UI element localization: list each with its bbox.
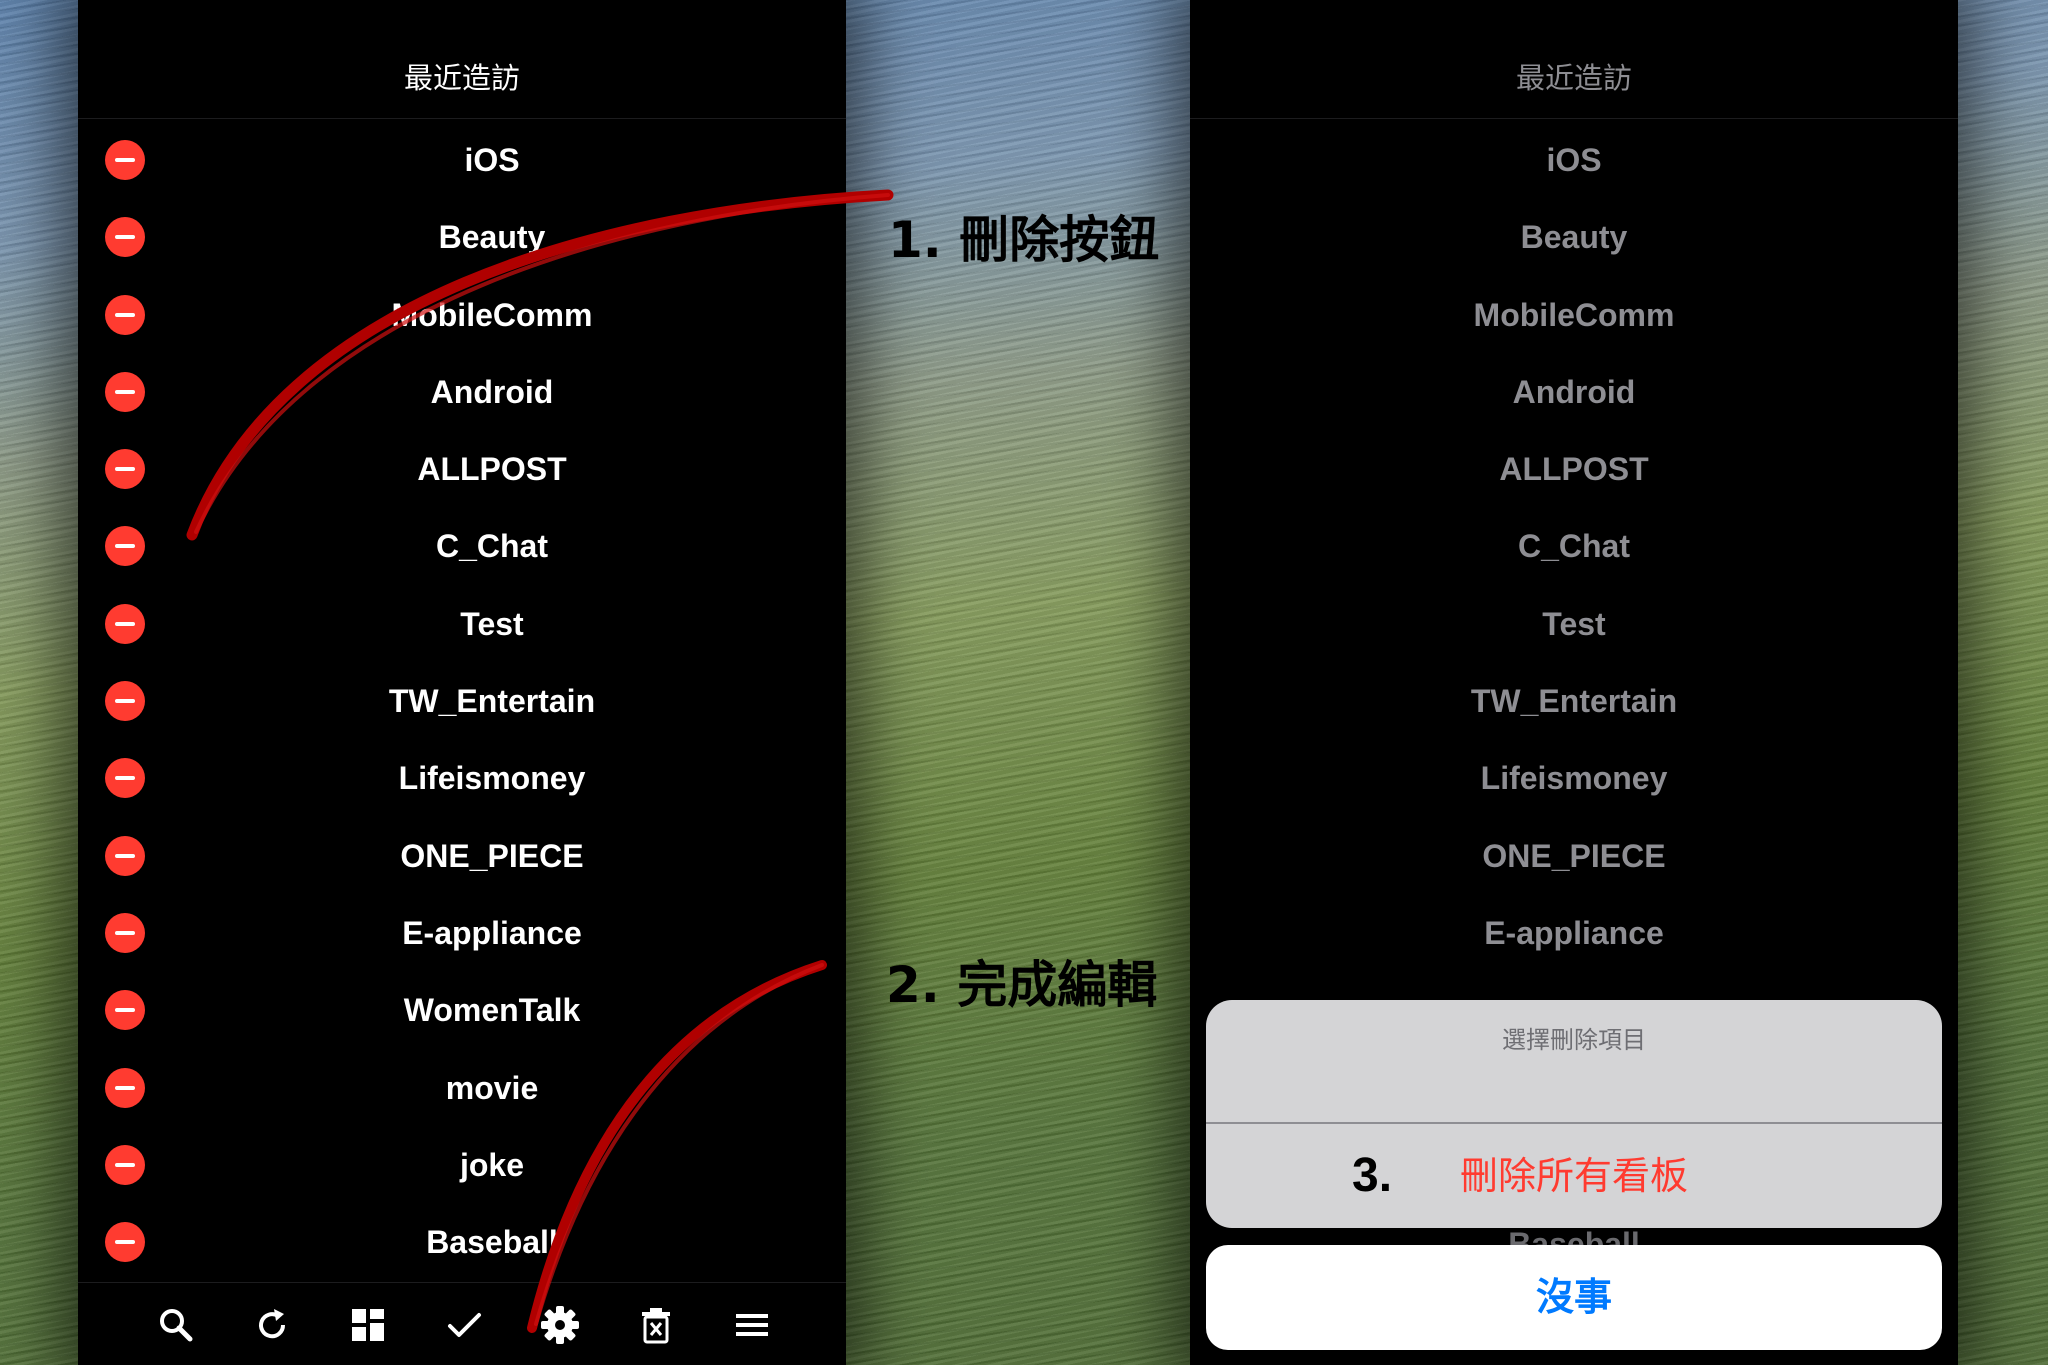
list-item-label: TW_Entertain xyxy=(1470,683,1678,720)
list-item[interactable]: Android xyxy=(1190,354,1958,431)
list-item[interactable]: WomenTalk xyxy=(78,972,846,1049)
list-item[interactable]: ONE_PIECE xyxy=(1190,818,1958,895)
action-sheet: 選擇刪除項目 刪除所有看板 3. xyxy=(1206,1000,1942,1228)
list-item-label: MobileComm xyxy=(1473,296,1675,333)
delete-all-boards-button[interactable]: 刪除所有看板 xyxy=(1206,1124,1942,1228)
toolbar xyxy=(78,1283,846,1365)
menu-icon[interactable] xyxy=(728,1301,776,1349)
list-item-label: TW_Entertain xyxy=(388,683,596,720)
list-item-label: Baseball xyxy=(426,1224,558,1261)
list-item-label: Lifeismoney xyxy=(1480,760,1668,797)
list-item-label: E-appliance xyxy=(1484,914,1664,951)
refresh-icon[interactable] xyxy=(248,1301,296,1349)
list-item-label: Beauty xyxy=(1520,219,1628,256)
cancel-button[interactable]: 沒事 xyxy=(1206,1245,1942,1350)
left-screen: 最近造訪 iOS Beauty MobileComm Android ALLPOST C_… xyxy=(78,0,846,1365)
list-item[interactable]: TW_Entertain xyxy=(78,663,846,740)
search-icon[interactable] xyxy=(152,1301,200,1349)
list-item-label: Test xyxy=(460,605,524,642)
list-item-label: Test xyxy=(1542,605,1606,642)
list-item-label: ONE_PIECE xyxy=(1482,837,1666,874)
step3-annotation: 3. xyxy=(1352,1149,1393,1202)
list-item[interactable]: Test xyxy=(78,586,846,663)
gear-icon[interactable] xyxy=(536,1301,584,1349)
list-item-label: movie xyxy=(445,1069,539,1106)
list-item[interactable]: MobileComm xyxy=(78,277,846,354)
list-item[interactable]: C_Chat xyxy=(1190,508,1958,585)
list-item-label: ONE_PIECE xyxy=(400,837,584,874)
action-sheet-title: 選擇刪除項目 xyxy=(1502,1026,1646,1054)
right-screen: 最近造訪 iOS Beauty MobileComm Android ALLPOST C_… xyxy=(1190,0,1958,1365)
list-item[interactable]: ALLPOST xyxy=(1190,431,1958,508)
list-item[interactable]: Test xyxy=(1190,586,1958,663)
page-title: 最近造訪 xyxy=(1515,61,1632,95)
list-item-label: WomenTalk xyxy=(403,992,581,1029)
list-item[interactable]: TW_Entertain xyxy=(1190,663,1958,740)
list-item[interactable]: Lifeismoney xyxy=(78,740,846,817)
board-list: iOS Beauty MobileComm Android ALLPOST C_Chat T… xyxy=(78,122,846,1281)
page-title: 最近造訪 xyxy=(403,61,520,95)
list-item[interactable]: E-appliance xyxy=(78,895,846,972)
list-item[interactable]: Baseball xyxy=(78,1204,846,1281)
checkmark-icon[interactable] xyxy=(440,1301,488,1349)
list-item[interactable]: iOS xyxy=(1190,122,1958,199)
list-item-label: MobileComm xyxy=(391,296,593,333)
list-item-label: iOS xyxy=(1546,142,1602,178)
list-item[interactable]: E-appliance xyxy=(1190,895,1958,972)
list-item[interactable]: Beauty xyxy=(78,199,846,276)
grid-icon[interactable] xyxy=(344,1301,392,1349)
list-item-label: iOS xyxy=(464,142,520,178)
list-item-label: Android xyxy=(1512,373,1636,410)
nav-divider xyxy=(1190,118,1958,119)
list-item-label: joke xyxy=(459,1146,525,1183)
list-item-label: C_Chat xyxy=(435,528,548,565)
list-item-label: ALLPOST xyxy=(417,451,567,488)
delete-icon[interactable] xyxy=(632,1301,680,1349)
nav-divider xyxy=(78,118,846,119)
list-item-label: ALLPOST xyxy=(1499,451,1649,488)
list-item[interactable]: C_Chat xyxy=(78,508,846,585)
list-item-label: C_Chat xyxy=(1517,528,1630,565)
list-item-label: E-appliance xyxy=(402,914,582,951)
list-item[interactable]: joke xyxy=(78,1127,846,1204)
list-item[interactable]: movie xyxy=(78,1050,846,1127)
list-item-label: Beauty xyxy=(438,219,546,256)
step2-annotation: 2. 完成編輯 xyxy=(886,956,1158,1014)
list-item[interactable]: MobileComm xyxy=(1190,277,1958,354)
list-item[interactable]: ALLPOST xyxy=(78,431,846,508)
board-list: iOS Beauty MobileComm Android ALLPOST C_Chat T… xyxy=(1190,122,1958,972)
list-item-label: Lifeismoney xyxy=(398,760,586,797)
list-item[interactable]: Android xyxy=(78,354,846,431)
list-item[interactable]: Beauty xyxy=(1190,199,1958,276)
list-item-label: Android xyxy=(430,373,554,410)
step1-annotation: 1. 刪除按鈕 xyxy=(888,211,1160,269)
list-item[interactable]: Lifeismoney xyxy=(1190,740,1958,817)
list-item[interactable]: iOS xyxy=(78,122,846,199)
list-item[interactable]: ONE_PIECE xyxy=(78,818,846,895)
